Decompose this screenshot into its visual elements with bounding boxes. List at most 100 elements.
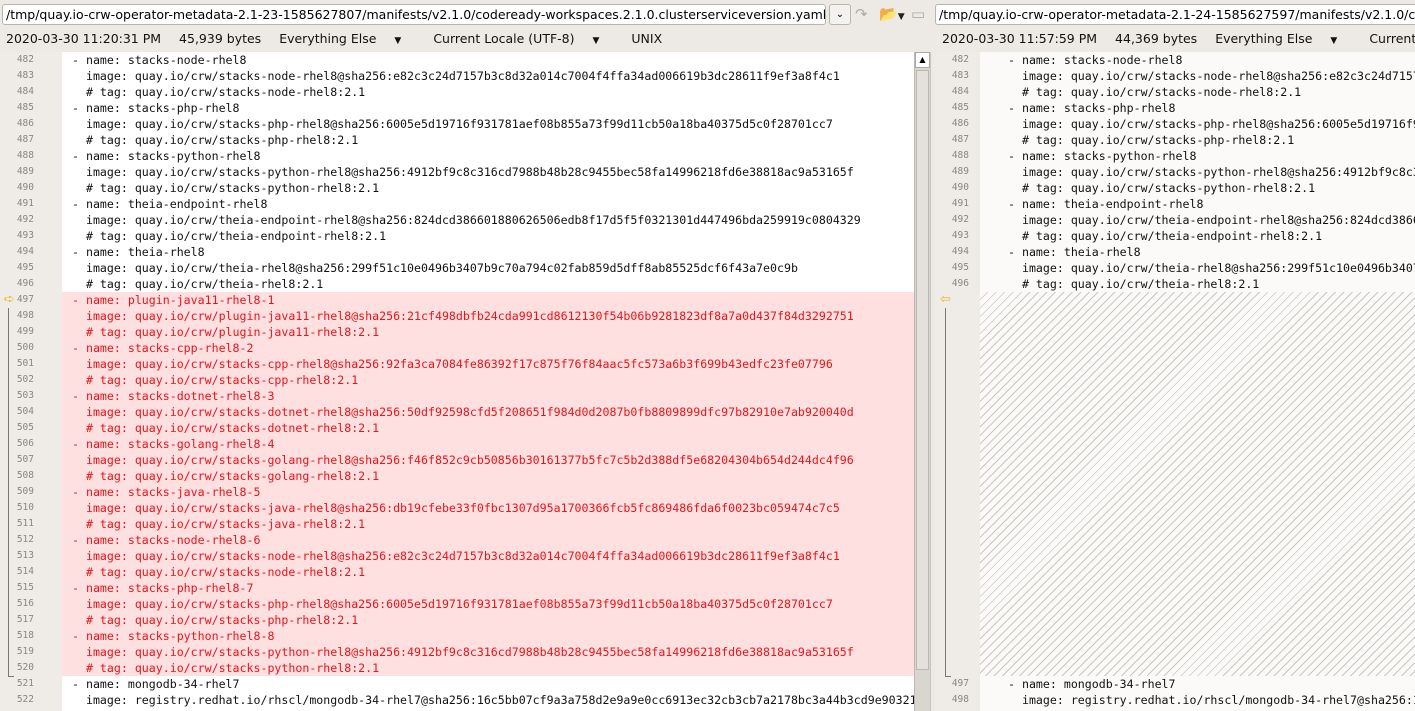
line-number: 488 (951, 150, 969, 161)
diff-line-removed[interactable]: 512 - name: stacks-node-rhel8-6 (17, 532, 914, 548)
line-text: # tag: quay.io/crw/stacks-dotnet-rhel8:2… (72, 421, 380, 435)
line-text: # tag: quay.io/crw/theia-endpoint-rhel8:… (72, 229, 387, 243)
diff-line[interactable]: 493 # tag: quay.io/crw/theia-endpoint-rh… (0, 228, 914, 244)
diff-line-removed[interactable]: 517 # tag: quay.io/crw/stacks-php-rhel8:… (17, 612, 914, 628)
line-number: 491 (16, 198, 34, 209)
diff-line[interactable]: 492 image: quay.io/crw/theia-endpoint-rh… (0, 212, 914, 228)
line-text: # tag: quay.io/crw/stacks-python-rhel8:2… (72, 661, 380, 675)
diff-filler-hatch (980, 292, 1415, 676)
line-text: # tag: quay.io/crw/stacks-php-rhel8:2.1 (1008, 133, 1295, 147)
diff-line-removed[interactable]: 505 # tag: quay.io/crw/stacks-dotnet-rhe… (17, 420, 914, 436)
diff-line-removed[interactable]: 510 image: quay.io/crw/stacks-java-rhel8… (17, 500, 914, 516)
diff-line[interactable]: 485 - name: stacks-php-rhel8 (935, 100, 1415, 116)
diff-line-removed[interactable]: 499 # tag: quay.io/crw/plugin-java11-rhe… (17, 324, 914, 340)
line-number: 487 (16, 134, 34, 145)
syntax-label: Everything Else (1215, 31, 1313, 46)
diff-line[interactable]: 485 - name: stacks-php-rhel8 (0, 100, 914, 116)
left-encoding-dropdown[interactable]: Current Locale (UTF-8) ▼ (433, 31, 613, 46)
line-text: image: quay.io/crw/stacks-php-rhel8@sha2… (1021, 117, 1415, 131)
line-text: - name: stacks-dotnet-rhel8-3 (72, 389, 275, 403)
diff-line-removed[interactable]: 502 # tag: quay.io/crw/stacks-cpp-rhel8:… (17, 372, 914, 388)
scroll-up-button[interactable]: ▲ (915, 52, 930, 68)
diff-line[interactable]: 482 - name: stacks-node-rhel8 (935, 52, 1415, 68)
diff-line[interactable]: 495 image: quay.io/crw/theia-rhel8@sha25… (0, 260, 914, 276)
line-text: # tag: quay.io/crw/stacks-php-rhel8:2.1 (72, 133, 359, 147)
diff-line-removed[interactable]: 501 image: quay.io/crw/stacks-cpp-rhel8@… (17, 356, 914, 372)
diff-line[interactable]: 489 image: quay.io/crw/stacks-python-rhe… (935, 164, 1415, 180)
diff-line-removed[interactable]: 520 # tag: quay.io/crw/stacks-python-rhe… (17, 660, 914, 676)
diff-line[interactable]: 521 - name: mongodb-34-rhel7 (0, 676, 914, 692)
diff-line[interactable]: 484 # tag: quay.io/crw/stacks-node-rhel8… (935, 84, 1415, 100)
line-text: # tag: quay.io/crw/theia-endpoint-rhel8:… (1008, 229, 1323, 243)
diff-line[interactable]: 496 # tag: quay.io/crw/theia-rhel8:2.1 (0, 276, 914, 292)
left-eol[interactable]: UNIX (631, 31, 662, 46)
line-text: image: quay.io/crw/stacks-node-rhel8@sha… (1021, 69, 1415, 83)
line-number: 506 (16, 438, 34, 449)
diff-line-removed[interactable]: 506 - name: stacks-golang-rhel8-4 (17, 436, 914, 452)
diff-line[interactable]: 494 - name: theia-rhel8 (935, 244, 1415, 260)
diff-line-removed[interactable]: 516 image: quay.io/crw/stacks-php-rhel8@… (17, 596, 914, 612)
diff-line-removed[interactable]: 519 image: quay.io/crw/stacks-python-rhe… (17, 644, 914, 660)
diff-line[interactable]: 495 image: quay.io/crw/theia-rhel8@sha25… (935, 260, 1415, 276)
diff-line[interactable]: 490 # tag: quay.io/crw/stacks-python-rhe… (0, 180, 914, 196)
diff-line-removed[interactable]: 513 image: quay.io/crw/stacks-node-rhel8… (17, 548, 914, 564)
diff-line[interactable]: 486 image: quay.io/crw/stacks-php-rhel8@… (935, 116, 1415, 132)
save-icon[interactable]: ▭ (911, 5, 925, 23)
diff-line[interactable]: 487 # tag: quay.io/crw/stacks-php-rhel8:… (935, 132, 1415, 148)
diff-line[interactable]: 488 - name: stacks-python-rhel8 (0, 148, 914, 164)
diff-line[interactable]: 491 - name: theia-endpoint-rhel8 (935, 196, 1415, 212)
line-number: 494 (951, 246, 969, 257)
diff-line-removed[interactable]: 514 # tag: quay.io/crw/stacks-node-rhel8… (17, 564, 914, 580)
right-file-path-input[interactable]: /tmp/quay.io-crw-operator-metadata-2.1-2… (935, 4, 1415, 25)
redo-icon[interactable]: ↷ (855, 5, 868, 23)
right-editor-pane[interactable]: 482- name: stacks-node-rhel8 483 image: q… (935, 52, 1415, 711)
diff-line[interactable]: 491 - name: theia-endpoint-rhel8 (0, 196, 914, 212)
line-text: - name: stacks-php-rhel8 (72, 101, 240, 115)
diff-line-removed[interactable]: 503 - name: stacks-dotnet-rhel8-3 (17, 388, 914, 404)
diff-line-removed[interactable]: 511 # tag: quay.io/crw/stacks-java-rhel8… (17, 516, 914, 532)
left-vertical-scrollbar[interactable]: ▲ (914, 52, 930, 711)
diff-line[interactable]: 494 - name: theia-rhel8 (0, 244, 914, 260)
diff-line[interactable]: 484 # tag: quay.io/crw/stacks-node-rhel8… (0, 84, 914, 100)
diff-line[interactable]: 488 - name: stacks-python-rhel8 (935, 148, 1415, 164)
diff-line-removed[interactable]: 497- name: plugin-java11-rhel8-1 (17, 292, 914, 308)
diff-line[interactable]: 490 # tag: quay.io/crw/stacks-python-rhe… (935, 180, 1415, 196)
diff-line-removed[interactable]: 504 image: quay.io/crw/stacks-dotnet-rhe… (17, 404, 914, 420)
line-number: 482 (951, 54, 969, 65)
diff-line[interactable]: 493 # tag: quay.io/crw/theia-endpoint-rh… (935, 228, 1415, 244)
diff-line[interactable]: 486 image: quay.io/crw/stacks-php-rhel8@… (0, 116, 914, 132)
diff-line[interactable]: 497 - name: mongodb-34-rhel7 (935, 676, 1415, 692)
diff-line[interactable]: 522 image: registry.redhat.io/rhscl/mong… (0, 692, 914, 708)
diff-line-removed[interactable]: 518 - name: stacks-python-rhel8-8 (17, 628, 914, 644)
line-number: 505 (16, 422, 34, 433)
diff-line[interactable]: 489 image: quay.io/crw/stacks-python-rhe… (0, 164, 914, 180)
diff-line[interactable]: 496 # tag: quay.io/crw/theia-rhel8:2.1 (935, 276, 1415, 292)
left-editor-pane[interactable]: 482- name: stacks-node-rhel8 483 image: q… (0, 52, 914, 711)
left-path-dropdown-button[interactable]: ⌄ (829, 4, 851, 25)
right-encoding-dropdown[interactable]: Current Locale (1369, 31, 1415, 46)
diff-line[interactable]: 483 image: quay.io/crw/stacks-node-rhel8… (0, 68, 914, 84)
line-number: 521 (16, 678, 34, 689)
diff-line-removed[interactable]: 509 - name: stacks-java-rhel8-5 (17, 484, 914, 500)
left-file-path-input[interactable]: /tmp/quay.io-crw-operator-metadata-2.1-2… (2, 4, 826, 25)
line-number: 520 (16, 662, 34, 673)
diff-line-removed[interactable]: 498 image: quay.io/crw/plugin-java11-rhe… (17, 308, 914, 324)
left-syntax-dropdown[interactable]: Everything Else ▼ (279, 31, 415, 46)
diff-line[interactable]: 498 image: registry.redhat.io/rhscl/mong… (935, 692, 1415, 708)
right-syntax-dropdown[interactable]: Everything Else ▼ (1215, 31, 1351, 46)
line-number: 500 (16, 342, 34, 353)
diff-line-removed[interactable]: 515 - name: stacks-php-rhel8-7 (17, 580, 914, 596)
diff-line-removed[interactable]: 508 # tag: quay.io/crw/stacks-golang-rhe… (17, 468, 914, 484)
line-text: # tag: quay.io/crw/stacks-python-rhel8:2… (72, 181, 380, 195)
diff-line[interactable]: 487 # tag: quay.io/crw/stacks-php-rhel8:… (0, 132, 914, 148)
diff-line-removed[interactable]: 507 image: quay.io/crw/stacks-golang-rhe… (17, 452, 914, 468)
line-number: 484 (16, 86, 34, 97)
open-file-button[interactable]: 📂▼ (879, 5, 905, 23)
diff-line[interactable]: 483 image: quay.io/crw/stacks-node-rhel8… (935, 68, 1415, 84)
diff-line-removed[interactable]: 500 - name: stacks-cpp-rhel8-2 (17, 340, 914, 356)
scrollbar-thumb[interactable] (916, 70, 929, 670)
diff-line[interactable]: 482 - name: stacks-node-rhel8 (0, 52, 914, 68)
diff-line[interactable]: 492 image: quay.io/crw/theia-endpoint-rh… (935, 212, 1415, 228)
line-text: # tag: quay.io/crw/stacks-python-rhel8:2… (1008, 181, 1316, 195)
line-text: - name: stacks-python-rhel8-8 (72, 629, 275, 643)
